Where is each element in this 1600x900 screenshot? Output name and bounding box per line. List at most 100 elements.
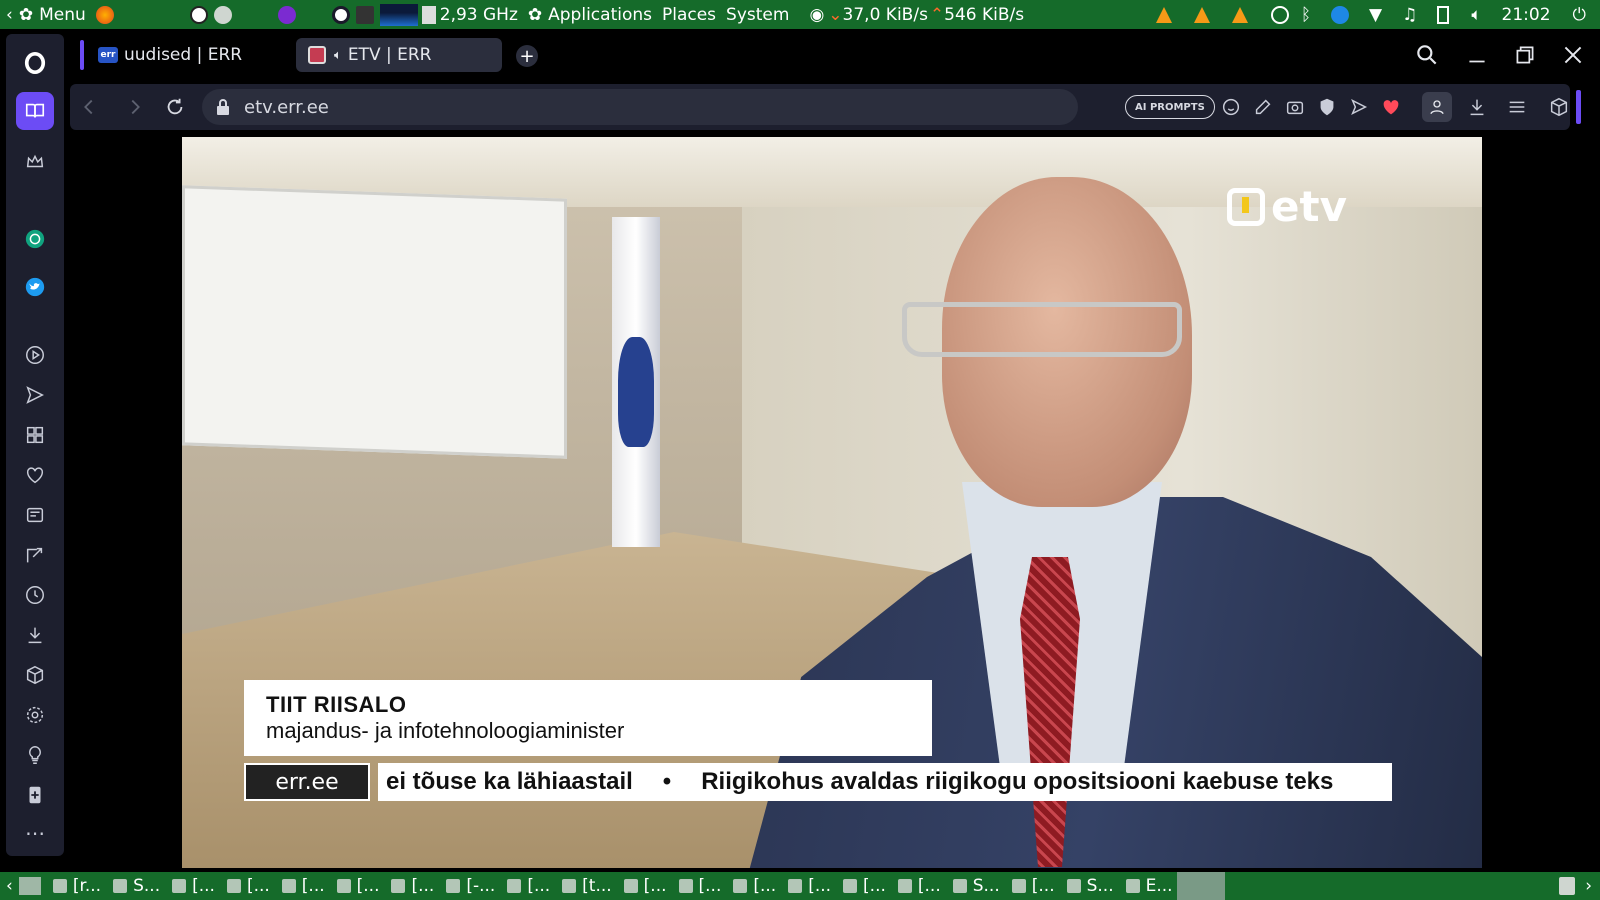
send-flow-icon[interactable] bbox=[16, 376, 54, 414]
podcast-app-icon[interactable] bbox=[277, 5, 296, 24]
taskbar-window-button[interactable]: [... bbox=[383, 872, 438, 900]
firefox-icon[interactable] bbox=[95, 5, 114, 24]
battery-icon[interactable] bbox=[1437, 5, 1450, 24]
minimize-window-icon[interactable] bbox=[1464, 42, 1490, 68]
chatgpt-icon[interactable] bbox=[16, 220, 54, 258]
taskbar-window-button[interactable]: S... bbox=[945, 872, 1004, 900]
tab-uudised-err[interactable]: err uudised | ERR bbox=[86, 38, 291, 72]
send-icon[interactable] bbox=[1348, 96, 1370, 118]
url-text[interactable]: etv.err.ee bbox=[244, 97, 329, 118]
settings-cogs-icon[interactable] bbox=[213, 5, 232, 24]
download-icon[interactable] bbox=[1466, 96, 1488, 118]
emoji-icon[interactable] bbox=[1220, 96, 1242, 118]
shield-icon[interactable] bbox=[1316, 96, 1338, 118]
taskbar-window-button[interactable]: [t... bbox=[554, 872, 616, 900]
pinboards-icon[interactable] bbox=[16, 536, 54, 574]
sidebar-toggle-strip[interactable] bbox=[1576, 90, 1581, 124]
tab-search-icon[interactable] bbox=[1414, 42, 1440, 68]
taskbar-window-button[interactable]: [... bbox=[499, 872, 554, 900]
news-reader-icon[interactable] bbox=[16, 496, 54, 534]
twitter-icon[interactable] bbox=[16, 268, 54, 306]
taskbar-active-opera-button[interactable] bbox=[1176, 872, 1225, 900]
clock[interactable]: 21:02 bbox=[1502, 5, 1551, 25]
mint-menu-icon: ✿ bbox=[18, 4, 34, 25]
tab-islands-icon[interactable] bbox=[16, 776, 54, 814]
taskbar-window-button[interactable]: [... bbox=[219, 872, 274, 900]
tips-lightbulb-icon[interactable] bbox=[16, 736, 54, 774]
taskbar-scroll-right-icon[interactable]: › bbox=[1585, 876, 1600, 896]
trash-icon[interactable] bbox=[1559, 877, 1576, 895]
more-options-icon[interactable]: ⋯ bbox=[16, 814, 54, 852]
opera-launcher-icon[interactable] bbox=[331, 5, 350, 24]
taskbar-window-button[interactable]: [... bbox=[616, 872, 671, 900]
lock-icon[interactable] bbox=[216, 99, 230, 115]
system-menu[interactable]: System bbox=[726, 5, 789, 25]
taskbar-window-button[interactable]: [... bbox=[164, 872, 219, 900]
easy-setup-icon[interactable] bbox=[1506, 96, 1528, 118]
new-tab-plus-icon[interactable]: + bbox=[516, 45, 538, 67]
crown-icon[interactable] bbox=[16, 142, 54, 180]
extensions-cube-icon[interactable] bbox=[16, 656, 54, 694]
notifications-icon[interactable]: ♫ bbox=[1402, 5, 1417, 25]
volume-icon[interactable]: 🔈︎ bbox=[1471, 5, 1481, 25]
update-manager-icon[interactable] bbox=[1331, 5, 1350, 24]
accessibility-icon[interactable] bbox=[189, 5, 208, 24]
vlc-icon[interactable] bbox=[1193, 6, 1210, 23]
taskbar-window-button[interactable]: E... bbox=[1118, 872, 1177, 900]
window-title: [t... bbox=[582, 876, 612, 896]
tab-etv-err[interactable]: 🔈︎ ETV | ERR bbox=[296, 38, 502, 72]
vlc-icon[interactable] bbox=[1231, 6, 1248, 23]
taskbar-window-button[interactable]: [... bbox=[780, 872, 835, 900]
reload-icon[interactable] bbox=[164, 96, 186, 118]
xbox-icon[interactable] bbox=[1270, 5, 1289, 24]
places-menu[interactable]: Places bbox=[662, 5, 716, 25]
restore-window-icon[interactable] bbox=[1512, 42, 1538, 68]
opera-logo-icon[interactable] bbox=[16, 44, 54, 82]
wifi-icon[interactable]: ▼ bbox=[1369, 5, 1382, 25]
edit-snapshot-icon[interactable] bbox=[1252, 96, 1274, 118]
speaker-icon[interactable]: 🔈︎ bbox=[334, 48, 342, 63]
bluetooth-icon[interactable]: ᛒ bbox=[1301, 5, 1311, 25]
window-app-icon bbox=[1066, 879, 1081, 893]
applications-menu[interactable]: Applications bbox=[548, 5, 652, 25]
heart-icon[interactable] bbox=[1380, 96, 1402, 118]
speaker-name: TIIT RIISALO bbox=[266, 692, 407, 717]
settings-gear-icon[interactable] bbox=[16, 696, 54, 734]
history-clock-icon[interactable] bbox=[16, 576, 54, 614]
taskbar-window-button[interactable]: [... bbox=[1004, 872, 1059, 900]
taskbar-window-button[interactable]: [... bbox=[725, 872, 780, 900]
back-arrow-icon[interactable] bbox=[78, 96, 100, 118]
power-icon[interactable]: ⏻ bbox=[1573, 5, 1586, 25]
taskbar-window-button[interactable]: S... bbox=[1059, 872, 1118, 900]
bookmarks-heart-icon[interactable] bbox=[16, 456, 54, 494]
video-player[interactable]: etv TIIT RIISALO majandus- ja infotehnol… bbox=[182, 137, 1482, 868]
camera-icon[interactable] bbox=[1284, 96, 1306, 118]
downloads-icon[interactable] bbox=[16, 616, 54, 654]
vlc-icon[interactable] bbox=[1155, 6, 1172, 23]
window-title: [... bbox=[411, 876, 435, 896]
taskbar-window-button[interactable]: [... bbox=[671, 872, 726, 900]
profile-icon[interactable] bbox=[1422, 92, 1452, 122]
taskbar-window-button[interactable]: [... bbox=[329, 872, 384, 900]
forward-arrow-icon[interactable] bbox=[124, 96, 146, 118]
extension-cube-icon[interactable] bbox=[1548, 96, 1570, 118]
player-icon[interactable] bbox=[16, 336, 54, 374]
speed-dial-icon[interactable] bbox=[16, 416, 54, 454]
taskbar-window-button[interactable]: [-... bbox=[438, 872, 499, 900]
address-bar[interactable]: etv.err.ee bbox=[202, 89, 1078, 125]
taskbar-scroll-left-icon[interactable]: ‹ bbox=[0, 876, 19, 896]
taskbar-window-button[interactable]: S... bbox=[105, 872, 164, 900]
panel-scroll-left-icon[interactable]: ‹ bbox=[6, 5, 13, 25]
taskbar-window-button[interactable]: [... bbox=[835, 872, 890, 900]
taskbar-window-button[interactable]: [... bbox=[274, 872, 329, 900]
terminal-icon[interactable] bbox=[355, 5, 374, 24]
workspaces-book-icon[interactable] bbox=[16, 92, 54, 130]
close-window-icon[interactable] bbox=[1560, 42, 1586, 68]
window-app-icon bbox=[678, 879, 693, 893]
ai-prompts-button[interactable]: AI PROMPTS bbox=[1125, 95, 1215, 119]
taskbar-window-button[interactable]: [r... bbox=[45, 872, 105, 900]
menu-button[interactable]: ✿ Menu bbox=[19, 5, 86, 25]
show-desktop-icon[interactable] bbox=[18, 877, 41, 895]
taskbar-window-button[interactable]: [... bbox=[890, 872, 945, 900]
video-scene-projector-screen bbox=[182, 185, 567, 459]
